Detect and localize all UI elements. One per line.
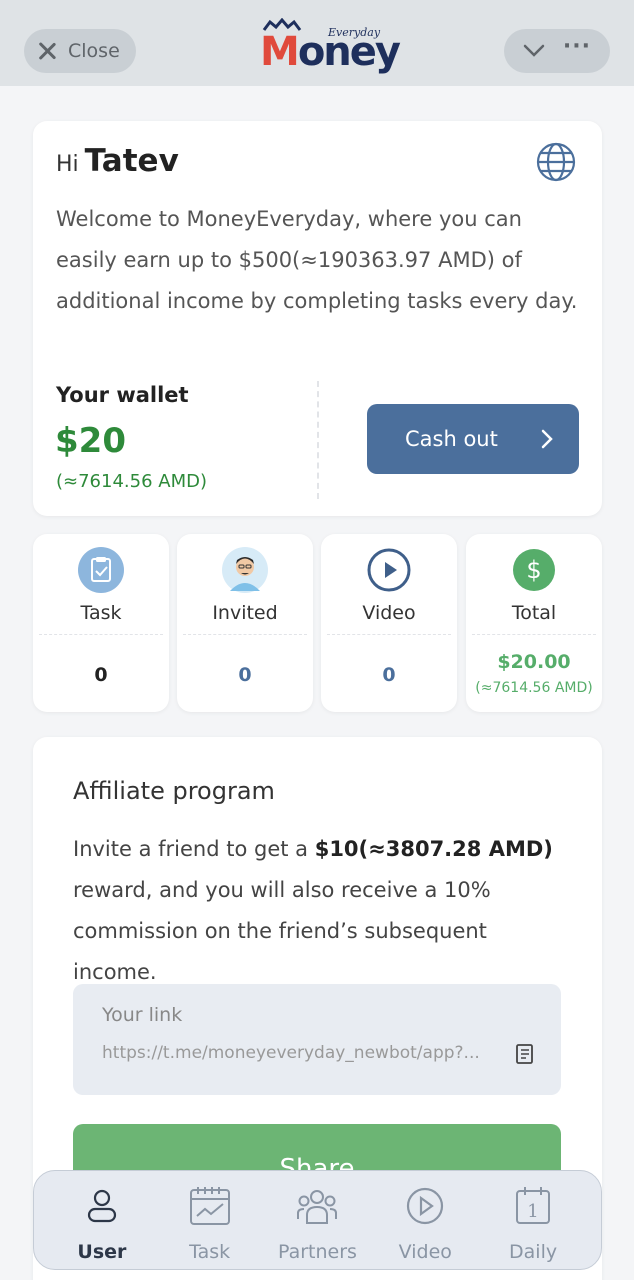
referral-link-box[interactable]: Your link https://t.me/moneyeveryday_new…: [73, 984, 561, 1095]
user-name: Tatev: [84, 143, 179, 179]
close-button[interactable]: Close: [24, 29, 136, 73]
user-icon: [80, 1184, 124, 1228]
bottom-tab-bar: User Task Partners Video 1 Daily: [33, 1170, 602, 1270]
tab-video[interactable]: Video: [375, 1171, 475, 1269]
stat-total[interactable]: $ Total $20.00 (≈7614.56 AMD): [466, 534, 602, 712]
wallet-amd: (≈7614.56 AMD): [56, 471, 207, 492]
welcome-card: Hi Tatev Welcome to MoneyEveryday, where …: [33, 121, 602, 516]
link-label: Your link: [102, 1004, 183, 1026]
clipboard-icon: [78, 547, 124, 593]
intro-text: Welcome to MoneyEveryday, where you can …: [56, 207, 578, 313]
more-options-icon[interactable]: ···: [563, 36, 591, 58]
cash-out-button[interactable]: Cash out: [367, 404, 579, 474]
partners-icon: [295, 1184, 339, 1228]
avatar-icon: [222, 547, 268, 593]
tab-daily[interactable]: 1 Daily: [483, 1171, 583, 1269]
wallet-amount: $20: [55, 421, 126, 461]
chevron-down-icon[interactable]: [523, 40, 545, 62]
stat-value: 0: [382, 664, 396, 686]
top-bar: Close Everyday Money ···: [0, 0, 634, 86]
tab-user[interactable]: User: [52, 1171, 152, 1269]
tab-task[interactable]: Task: [160, 1171, 260, 1269]
stat-value: 0: [94, 664, 108, 686]
stat-value: $20.00: [497, 651, 571, 673]
close-icon: [36, 40, 58, 62]
link-value: https://t.me/moneyeveryday_newbot/app?..…: [102, 1043, 480, 1063]
affiliate-text: Invite a friend to get a $10(≈3807.28 AM…: [73, 837, 553, 984]
wallet-title: Your wallet: [56, 383, 189, 407]
daily-calendar-icon: 1: [511, 1184, 555, 1228]
divider: [317, 381, 319, 499]
stat-sub: (≈7614.56 AMD): [475, 680, 593, 696]
tab-partners[interactable]: Partners: [267, 1171, 367, 1269]
chevron-right-icon: [541, 429, 553, 449]
task-calendar-icon: [188, 1184, 232, 1228]
svg-text:1: 1: [527, 1201, 538, 1222]
app-logo: Everyday Money: [258, 16, 401, 76]
close-label: Close: [68, 40, 120, 62]
greeting: Hi Tatev: [56, 143, 179, 179]
stat-video[interactable]: Video 0: [321, 534, 457, 712]
dollar-icon: $: [513, 549, 555, 591]
svg-text:$: $: [526, 556, 541, 584]
stat-value: 0: [238, 664, 252, 686]
stat-task[interactable]: Task 0: [33, 534, 169, 712]
logo-money: Money: [260, 29, 401, 75]
video-play-icon: [403, 1184, 447, 1228]
stat-invited[interactable]: Invited 0: [177, 534, 313, 712]
affiliate-title: Affiliate program: [73, 777, 275, 805]
play-icon: [367, 548, 411, 592]
copy-icon[interactable]: [514, 1043, 536, 1065]
menu-pill: ···: [504, 29, 610, 73]
globe-icon[interactable]: [535, 141, 577, 183]
